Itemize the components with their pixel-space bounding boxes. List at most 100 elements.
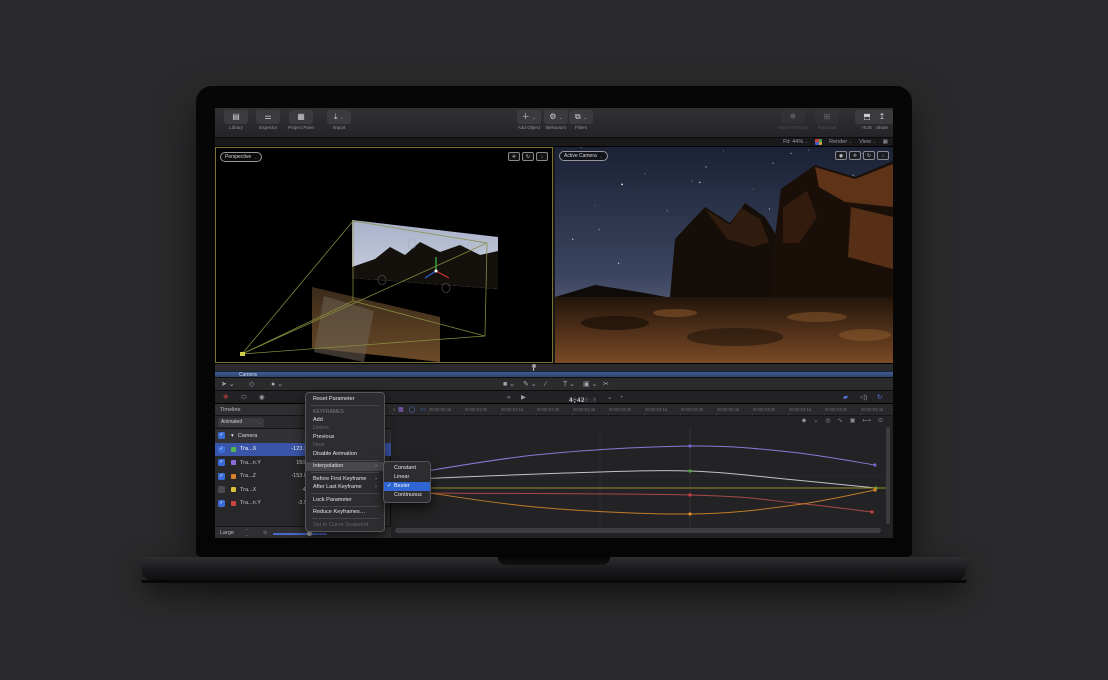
keyframe-point[interactable] <box>873 488 876 491</box>
animated-popup[interactable]: Animated ⌃⌄ <box>218 418 264 427</box>
keyframe-point[interactable] <box>688 444 691 447</box>
view-toggle-icon[interactable]: ▭ <box>420 406 426 413</box>
zoom-out-icon[interactable]: ⊖ <box>263 530 267 536</box>
show-keyframes-icon[interactable]: ✥ <box>223 393 228 402</box>
viewport-button-icon[interactable]: ↓ <box>536 152 548 161</box>
camera-view-dropdown[interactable]: Perspective⌄ <box>220 152 262 162</box>
add-keyframe-icon[interactable]: ◆ <box>802 417 807 424</box>
menu-item-previous[interactable]: Previous <box>306 433 384 442</box>
audio-mute-icon[interactable]: ◁) <box>860 393 867 402</box>
menu-item-reset-parameter[interactable]: Reset Parameter <box>306 395 384 404</box>
animation-curves[interactable] <box>391 427 886 526</box>
curve-red[interactable] <box>391 493 872 512</box>
shape-tool-icon[interactable]: ✎ ⌄ <box>523 380 537 389</box>
submenu-item-continuous[interactable]: Continuous <box>384 491 430 500</box>
menu-item-disable-animation[interactable]: Disable Animation <box>306 450 384 459</box>
region-icon[interactable]: ▰ <box>843 393 848 402</box>
menu-item-after-last-keyframe[interactable]: After Last Keyframe› <box>306 483 384 492</box>
viewport-button-icon[interactable]: ✛ <box>849 151 861 160</box>
menu-item-reduce-keyframes[interactable]: Reduce Keyframes… <box>306 508 384 517</box>
import-button[interactable]: ⤓ ⌄Import <box>322 110 356 130</box>
shape-tool-icon[interactable]: ▣ ⌄ <box>583 380 597 389</box>
keyframe-point[interactable] <box>688 469 691 472</box>
submenu-item-constant[interactable]: Constant <box>384 464 430 473</box>
activation-checkbox[interactable]: ✓ <box>218 486 225 493</box>
tool-icon[interactable]: ➤ ⌄ <box>221 380 235 389</box>
viewport-button-icon[interactable]: ↻ <box>863 151 875 160</box>
view-toggle-icon[interactable]: ◯ <box>409 406 416 413</box>
clock-icon[interactable]: ◔ <box>619 393 623 402</box>
curve-white[interactable] <box>391 471 876 488</box>
fit-zoom-control[interactable]: Fit: 44% ⌄ <box>783 139 808 145</box>
viewport-perspective[interactable]: Perspective⌄ ✛↻↓ <box>215 147 553 363</box>
snap-icon[interactable]: ◎ <box>825 417 830 424</box>
submenu-item-bezier[interactable]: ✓Bezier <box>384 482 430 491</box>
keyframe-point[interactable] <box>873 463 876 466</box>
timecode-dropdown-icon[interactable]: ⌄ <box>607 393 612 402</box>
menu-item-interpolation[interactable]: Interpolation› <box>306 462 384 471</box>
keyframe-point[interactable] <box>688 493 691 496</box>
viewport-button-icon[interactable]: ↓ <box>877 151 889 160</box>
record-keyframes-icon[interactable]: ◉ <box>259 393 265 402</box>
disclosure-triangle-icon[interactable]: ▾ <box>231 433 234 439</box>
timeline-scroll-strip[interactable] <box>215 364 893 371</box>
zoom-slider[interactable] <box>273 533 327 535</box>
menu-item-before-first-keyframe[interactable]: Before First Keyframe› <box>306 475 384 484</box>
viewport-button-icon[interactable]: ✛ <box>508 152 520 161</box>
shape-tool-icon[interactable]: T ⌄ <box>563 380 575 389</box>
tool-icon[interactable]: ● ⌄ <box>271 380 283 389</box>
menu-item-add[interactable]: Add <box>306 416 384 425</box>
fit-width-icon[interactable]: ⟷ <box>862 417 871 424</box>
curve-snapshot-icon[interactable]: ▣ <box>850 417 856 424</box>
vertical-scrollbar[interactable] <box>886 427 890 524</box>
viewport-active-camera[interactable]: Active Camera⌄ ◉✛↻↓ <box>555 147 893 363</box>
time-ruler[interactable]: 00:00:00;3000:00:00;4500:00:01;0000:00:0… <box>391 404 893 416</box>
share-button[interactable]: ↥Share <box>865 110 893 130</box>
shape-tool-icon[interactable]: ■ ⌄ <box>503 380 515 389</box>
checkmark-icon: ✓ <box>387 482 392 491</box>
row-size-popup[interactable]: Large <box>220 530 234 536</box>
layout-icon[interactable]: ▦ <box>883 139 888 145</box>
keyframe-point[interactable] <box>688 512 691 515</box>
menu-item-delete: Delete <box>306 424 384 433</box>
viewport-button-icon[interactable]: ↻ <box>522 152 534 161</box>
view-toggle-icon[interactable]: ▦ <box>398 406 404 413</box>
loop-playback-icon[interactable]: ↻ <box>877 393 882 402</box>
project-pane-icon: ▦ <box>289 110 313 124</box>
camera-view-dropdown[interactable]: Active Camera⌄ <box>559 151 608 161</box>
motion-app-window: ▤Library⚌Inspector▦Project Pane⤓ ⌄Import… <box>215 108 893 538</box>
view-menu[interactable]: View ⌄ <box>859 139 876 145</box>
project-pane-button[interactable]: ▦Project Pane <box>284 110 318 130</box>
channels-swatch-icon[interactable] <box>815 139 822 145</box>
curve-orange[interactable] <box>391 487 875 514</box>
keyframe-point[interactable] <box>870 510 873 513</box>
playhead[interactable] <box>533 364 534 371</box>
lasso-icon[interactable]: ⬭ <box>241 393 247 402</box>
activation-checkbox[interactable]: ✓ <box>218 446 225 453</box>
curve-color-swatch <box>231 460 236 465</box>
activation-checkbox[interactable]: ✓ <box>218 473 225 480</box>
chevron-down-icon[interactable]: ⌄ <box>813 417 818 424</box>
play-button[interactable]: ▶ <box>521 393 526 402</box>
shape-tool-icon[interactable]: ✂ <box>603 380 609 389</box>
activation-checkbox[interactable]: ✓ <box>218 500 225 507</box>
submenu-item-linear[interactable]: Linear <box>384 473 430 482</box>
library-button[interactable]: ▤Library <box>219 110 253 130</box>
fit-curve-icon[interactable]: ∿ <box>838 417 843 424</box>
toolbar-button-label: Import <box>322 125 356 130</box>
tool-icon[interactable]: ◇ <box>249 380 254 389</box>
horizontal-scrollbar[interactable] <box>395 528 881 533</box>
filters-button[interactable]: ⧉ ⌄Filters <box>564 110 598 130</box>
viewport-button-icon[interactable]: ◉ <box>835 151 847 160</box>
zoom-icon[interactable]: ⊙ <box>878 417 883 424</box>
menu-item-lock-parameter[interactable]: Lock Parameter <box>306 496 384 505</box>
desert-night-photo <box>555 147 893 363</box>
curve-purple[interactable] <box>391 446 875 477</box>
activation-checkbox[interactable]: ✓ <box>218 459 225 466</box>
render-menu[interactable]: Render ⌄ <box>829 139 852 145</box>
previous-frame-button[interactable]: « <box>507 393 511 402</box>
inspector-button[interactable]: ⚌Inspector <box>251 110 285 130</box>
stepper-icon[interactable]: ⌃⌄ <box>245 529 248 537</box>
activation-checkbox[interactable]: ✓ <box>218 432 225 439</box>
shape-tool-icon[interactable]: ∕ <box>545 380 546 389</box>
